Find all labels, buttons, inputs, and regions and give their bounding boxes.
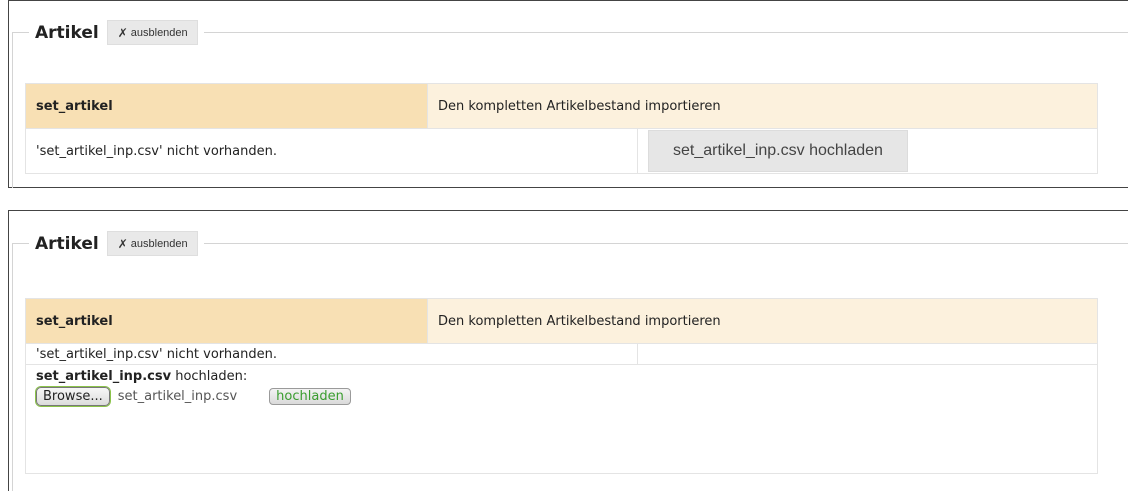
hide-section-label: ausblenden (130, 237, 188, 250)
section-title: Artikel (35, 22, 99, 43)
collapse-icon: ✗ (117, 25, 128, 40)
upload-label-suffix: hochladen: (171, 369, 248, 384)
job-table: set_artikel Den kompletten Artikelbestan… (25, 298, 1098, 474)
file-status-text: 'set_artikel_inp.csv' nicht vorhanden. (36, 346, 277, 362)
upload-cell: set_artikel_inp.csv hochladen (637, 128, 1098, 174)
hide-section-label: ausblenden (130, 26, 188, 39)
artikel-panel-collapsed-view: Artikel ✗ ausblenden set_artikel Den kom… (0, 0, 1128, 188)
hide-section-button[interactable]: ✗ ausblenden (106, 231, 198, 256)
fieldset-legend: Artikel ✗ ausblenden (29, 20, 204, 45)
job-name: set_artikel (36, 313, 113, 329)
upload-form-cell: set_artikel_inp.csv hochladen: Browse...… (25, 364, 1098, 474)
panel-left-border (8, 210, 9, 491)
browse-button[interactable]: Browse... (36, 387, 110, 406)
collapse-icon: ✗ (117, 236, 128, 251)
job-description: Den kompletten Artikelbestand importiere… (438, 98, 721, 114)
job-description-cell: Den kompletten Artikelbestand importiere… (427, 298, 1098, 344)
panel-bottom-border (8, 187, 1128, 188)
panel-top-border (8, 210, 1128, 211)
status-cell: 'set_artikel_inp.csv' nicht vorhanden. (25, 343, 638, 365)
fieldset-legend: Artikel ✗ ausblenden (29, 231, 204, 256)
hide-section-button[interactable]: ✗ ausblenden (106, 20, 198, 45)
upload-file-name: set_artikel_inp.csv (36, 369, 172, 384)
empty-cell (637, 343, 1098, 365)
job-description: Den kompletten Artikelbestand importiere… (438, 313, 721, 329)
artikel-panel-upload-form-view: Artikel ✗ ausblenden set_artikel Den kom… (0, 210, 1128, 491)
section-title: Artikel (35, 233, 99, 254)
status-cell: 'set_artikel_inp.csv' nicht vorhanden. (25, 128, 638, 174)
selected-file-name: set_artikel_inp.csv (117, 389, 238, 404)
panel-top-border (8, 0, 1128, 1)
file-input-row: Browse... set_artikel_inp.csv hochladen (36, 387, 1087, 406)
hochladen-submit-button[interactable]: hochladen (269, 388, 351, 405)
job-name-cell: set_artikel (25, 83, 428, 129)
fieldset-left-border (12, 243, 13, 491)
job-name: set_artikel (36, 98, 113, 114)
fieldset-left-border (12, 32, 13, 188)
job-name-cell: set_artikel (25, 298, 428, 344)
file-status-text: 'set_artikel_inp.csv' nicht vorhanden. (36, 143, 277, 159)
upload-form-label: set_artikel_inp.csv hochladen: (36, 369, 1087, 384)
panel-left-border (8, 0, 9, 188)
job-description-cell: Den kompletten Artikelbestand importiere… (427, 83, 1098, 129)
job-table: set_artikel Den kompletten Artikelbestan… (25, 83, 1098, 174)
upload-csv-button[interactable]: set_artikel_inp.csv hochladen (648, 130, 908, 172)
